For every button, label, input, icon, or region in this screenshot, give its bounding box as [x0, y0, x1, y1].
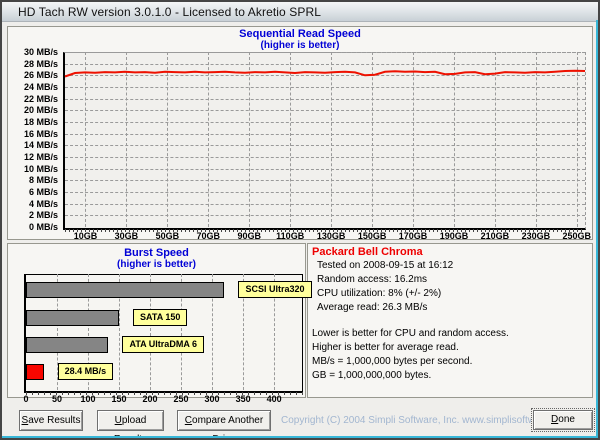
title-bar[interactable]: HD Tach RW version 3.0.1.0 - Licensed to… — [2, 2, 598, 22]
seq-x-tick-label: 210GB — [475, 231, 515, 241]
seq-chart-subtitle: (higher is better) — [7, 40, 593, 51]
burst-x-tick-label: 300 — [197, 394, 227, 404]
copyright-text: Copyright (C) 2004 Simpli Software, Inc.… — [281, 410, 525, 431]
done-button[interactable]: Done — [533, 410, 593, 430]
seq-x-tick-label: 130GB — [311, 231, 351, 241]
burst-chart-subtitle: (higher is better) — [7, 259, 306, 270]
save-results-button[interactable]: Save Results — [19, 410, 83, 431]
seq-y-tick-label: 26 MB/s — [0, 70, 58, 80]
seq-y-tick-label: 28 MB/s — [0, 59, 58, 69]
burst-bar — [26, 310, 119, 326]
seq-x-tick-label: 190GB — [434, 231, 474, 241]
burst-bar-label: SATA 150 — [133, 309, 187, 326]
done-button-focus-ring: Done — [531, 408, 595, 432]
seq-y-tick-label: 6 MB/s — [0, 187, 58, 197]
seq-y-tick-label: 16 MB/s — [0, 129, 58, 139]
seq-y-tick-label: 24 MB/s — [0, 82, 58, 92]
read-speed-polyline — [65, 71, 585, 77]
seq-y-tick-label: 2 MB/s — [0, 210, 58, 220]
info-random-access: Random access: 16.2ms — [312, 273, 588, 287]
note-gb-definition: GB = 1,000,000,000 bytes. — [312, 369, 588, 383]
drive-name: Packard Bell Chroma — [312, 246, 588, 259]
note-lower-better: Lower is better for CPU and random acces… — [312, 327, 588, 341]
burst-bar — [26, 282, 224, 298]
compare-accesskey: C — [185, 415, 192, 426]
read-speed-line — [65, 52, 585, 227]
seq-x-tick-label: 230GB — [516, 231, 556, 241]
burst-bar — [26, 364, 44, 380]
info-tested-on: Tested on 2008-09-15 at 16:12 — [312, 259, 588, 273]
app-window: HD Tach RW version 3.0.1.0 - Licensed to… — [0, 0, 600, 440]
burst-x-tick-label: 0 — [11, 394, 41, 404]
burst-x-tick-label: 400 — [259, 394, 289, 404]
seq-x-tick-label: 150GB — [352, 231, 392, 241]
seq-y-tick-label: 14 MB/s — [0, 140, 58, 150]
seq-x-tick-label: 250GB — [557, 231, 597, 241]
seq-x-tick-label: 170GB — [393, 231, 433, 241]
burst-bar-label: SCSI Ultra320 — [238, 281, 311, 298]
info-cpu-utilization: CPU utilization: 8% (+/- 2%) — [312, 287, 588, 301]
seq-y-tick-label: 4 MB/s — [0, 199, 58, 209]
burst-x-tick-label: 350 — [228, 394, 258, 404]
burst-bar — [26, 337, 108, 353]
seq-x-tick-label: 30GB — [106, 231, 146, 241]
seq-y-tick-label: 18 MB/s — [0, 117, 58, 127]
window-border-accent-right — [596, 20, 598, 438]
upload-accesskey: U — [115, 415, 122, 426]
seq-y-tick-label: 0 MB/s — [0, 222, 58, 232]
done-label: one — [558, 414, 575, 425]
burst-x-tick-label: 150 — [104, 394, 134, 404]
seq-y-tick-label: 10 MB/s — [0, 164, 58, 174]
window-title: HD Tach RW version 3.0.1.0 - Licensed to… — [18, 5, 321, 19]
window-border-accent-bottom — [2, 436, 598, 438]
seq-chart-title: Sequential Read Speed — [7, 28, 593, 40]
seq-x-tick-label: 50GB — [147, 231, 187, 241]
seq-x-tick-label: 70GB — [188, 231, 228, 241]
seq-y-tick-label: 30 MB/s — [0, 47, 58, 57]
burst-x-tick-label: 250 — [166, 394, 196, 404]
note-mbs-definition: MB/s = 1,000,000 bytes per second. — [312, 355, 588, 369]
seq-y-tick-label: 20 MB/s — [0, 105, 58, 115]
seq-x-tick-label: 110GB — [270, 231, 310, 241]
compare-another-drive-button[interactable]: Compare Another Drive — [177, 410, 271, 431]
drive-info-content: Packard Bell Chroma Tested on 2008-09-15… — [312, 246, 588, 383]
seq-y-tick-label: 22 MB/s — [0, 94, 58, 104]
burst-bar-label: 28.4 MB/s — [58, 363, 114, 380]
info-average-read: Average read: 26.3 MB/s — [312, 301, 588, 315]
seq-x-tick-label: 10GB — [65, 231, 105, 241]
burst-x-tick-label: 200 — [135, 394, 165, 404]
upload-results-button[interactable]: Upload Results — [97, 410, 164, 431]
burst-x-tick-label: 50 — [42, 394, 72, 404]
burst-chart-title: Burst Speed — [7, 247, 306, 259]
seq-x-tick-label: 90GB — [229, 231, 269, 241]
save-label: ave Results — [28, 415, 80, 426]
burst-bar-label: ATA UltraDMA 6 — [122, 336, 204, 353]
burst-x-tick-label: 100 — [73, 394, 103, 404]
seq-y-tick-label: 8 MB/s — [0, 175, 58, 185]
info-notes: Lower is better for CPU and random acces… — [312, 327, 588, 383]
note-higher-better: Higher is better for average read. — [312, 341, 588, 355]
seq-y-tick-label: 12 MB/s — [0, 152, 58, 162]
